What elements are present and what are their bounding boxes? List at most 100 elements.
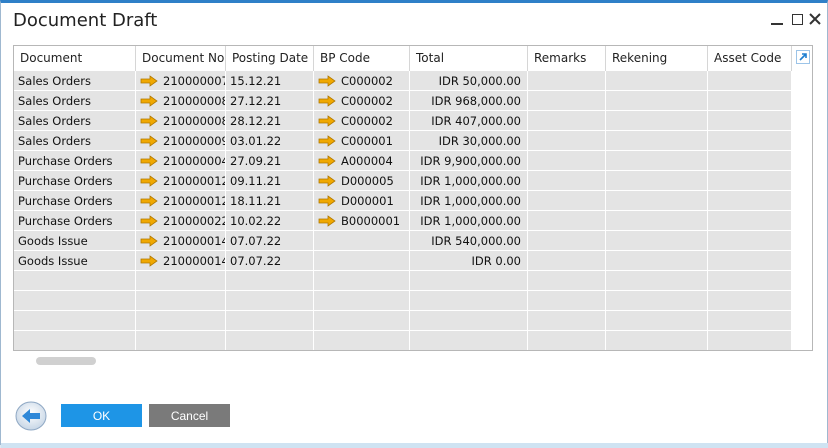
link-arrow-icon[interactable]	[318, 195, 336, 207]
table-cell[interactable]: 210000022	[136, 211, 226, 231]
table-cell[interactable]: C000002	[314, 91, 410, 111]
table-row[interactable]: Sales Orders 210000008 28.12.21 C000002 IDR …	[14, 111, 792, 131]
table-cell[interactable]: 210000014	[136, 251, 226, 271]
table-cell[interactable]	[528, 271, 606, 291]
empty-row[interactable]	[14, 331, 792, 350]
table-cell[interactable]: 210000009	[136, 131, 226, 151]
table-cell[interactable]: IDR 9,900,000.00	[410, 151, 528, 171]
table-cell[interactable]	[136, 291, 226, 311]
table-cell[interactable]	[606, 91, 708, 111]
table-cell[interactable]: IDR 407,000.00	[410, 111, 528, 131]
table-cell[interactable]: 27.09.21	[226, 151, 314, 171]
close-button[interactable]	[805, 9, 825, 29]
column-header[interactable]: Remarks	[528, 46, 606, 71]
table-cell[interactable]	[708, 291, 792, 311]
table-cell[interactable]: A000004	[314, 151, 410, 171]
table-cell[interactable]	[708, 231, 792, 251]
table-cell[interactable]	[708, 191, 792, 211]
table-cell[interactable]: C000002	[314, 111, 410, 131]
link-arrow-icon[interactable]	[140, 235, 158, 247]
table-cell[interactable]	[314, 251, 410, 271]
table-cell[interactable]: C000001	[314, 131, 410, 151]
table-cell[interactable]: 28.12.21	[226, 111, 314, 131]
table-cell[interactable]	[606, 151, 708, 171]
table-cell[interactable]: Purchase Orders	[14, 151, 136, 171]
back-arrow-icon[interactable]	[15, 401, 47, 431]
maximize-button[interactable]	[787, 9, 807, 29]
empty-row[interactable]	[14, 291, 792, 311]
title-bar[interactable]: Document Draft	[1, 3, 827, 39]
table-cell[interactable]	[528, 251, 606, 271]
column-header[interactable]: BP Code	[314, 46, 410, 71]
link-arrow-icon[interactable]	[140, 215, 158, 227]
link-arrow-icon[interactable]	[318, 155, 336, 167]
table-cell[interactable]: 210000007	[136, 71, 226, 91]
table-cell[interactable]: IDR 1,000,000.00	[410, 191, 528, 211]
table-cell[interactable]	[14, 311, 136, 331]
table-cell[interactable]	[14, 271, 136, 291]
table-cell[interactable]: 210000004	[136, 151, 226, 171]
table-cell[interactable]	[708, 331, 792, 350]
table-cell[interactable]: IDR 1,000,000.00	[410, 171, 528, 191]
table-row[interactable]: Purchase Orders 210000012 18.11.21 D000001 I…	[14, 191, 792, 211]
empty-row[interactable]	[14, 271, 792, 291]
table-cell[interactable]: 07.07.22	[226, 251, 314, 271]
table-cell[interactable]	[528, 151, 606, 171]
table-cell[interactable]	[226, 331, 314, 350]
table-cell[interactable]: Sales Orders	[14, 91, 136, 111]
table-cell[interactable]	[14, 291, 136, 311]
table-cell[interactable]	[606, 251, 708, 271]
table-cell[interactable]	[528, 171, 606, 191]
empty-row[interactable]	[14, 311, 792, 331]
table-cell[interactable]	[410, 331, 528, 350]
table-row[interactable]: Sales Orders 210000007 15.12.21 C000002 IDR …	[14, 71, 792, 91]
link-arrow-icon[interactable]	[318, 95, 336, 107]
table-cell[interactable]	[606, 191, 708, 211]
table-cell[interactable]	[136, 311, 226, 331]
table-cell[interactable]	[606, 111, 708, 131]
table-cell[interactable]: D000005	[314, 171, 410, 191]
table-cell[interactable]: IDR 968,000.00	[410, 91, 528, 111]
table-cell[interactable]: Sales Orders	[14, 131, 136, 151]
table-row[interactable]: Purchase Orders 210000012 09.11.21 D000005 I…	[14, 171, 792, 191]
link-arrow-icon[interactable]	[140, 115, 158, 127]
table-cell[interactable]	[528, 131, 606, 151]
link-arrow-icon[interactable]	[140, 255, 158, 267]
table-row[interactable]: Purchase Orders 210000022 10.02.22 B0000001…	[14, 211, 792, 231]
horizontal-scrollbar[interactable]	[36, 357, 96, 365]
table-cell[interactable]: 210000012	[136, 191, 226, 211]
table-cell[interactable]: IDR 50,000.00	[410, 71, 528, 91]
table-cell[interactable]: B0000001	[314, 211, 410, 231]
table-cell[interactable]: 27.12.21	[226, 91, 314, 111]
table-cell[interactable]: 10.02.22	[226, 211, 314, 231]
link-arrow-icon[interactable]	[140, 175, 158, 187]
table-cell[interactable]	[136, 271, 226, 291]
link-arrow-icon[interactable]	[140, 135, 158, 147]
table-cell[interactable]	[314, 231, 410, 251]
table-row[interactable]: Purchase Orders 210000004 27.09.21 A000004 I…	[14, 151, 792, 171]
table-cell[interactable]	[708, 271, 792, 291]
column-header[interactable]: Asset Code	[708, 46, 792, 71]
table-cell[interactable]	[314, 331, 410, 350]
table-row[interactable]: Goods Issue 210000014 07.07.22 IDR 540,000.…	[14, 231, 792, 251]
column-header[interactable]: Posting Date	[226, 46, 314, 71]
table-cell[interactable]	[226, 311, 314, 331]
table-cell[interactable]	[528, 71, 606, 91]
link-arrow-icon[interactable]	[140, 75, 158, 87]
table-cell[interactable]	[226, 291, 314, 311]
link-arrow-icon[interactable]	[318, 115, 336, 127]
table-cell[interactable]	[314, 311, 410, 331]
table-cell[interactable]	[606, 71, 708, 91]
table-cell[interactable]: IDR 30,000.00	[410, 131, 528, 151]
table-cell[interactable]	[708, 211, 792, 231]
table-cell[interactable]: IDR 0.00	[410, 251, 528, 271]
table-cell[interactable]: 210000012	[136, 171, 226, 191]
cancel-button[interactable]: Cancel	[149, 404, 230, 427]
table-cell[interactable]	[410, 311, 528, 331]
table-cell[interactable]	[14, 331, 136, 350]
table-cell[interactable]: Purchase Orders	[14, 191, 136, 211]
table-cell[interactable]: 09.11.21	[226, 171, 314, 191]
table-cell[interactable]	[708, 71, 792, 91]
table-cell[interactable]	[528, 291, 606, 311]
table-row[interactable]: Sales Orders 210000008 27.12.21 C000002 IDR …	[14, 91, 792, 111]
